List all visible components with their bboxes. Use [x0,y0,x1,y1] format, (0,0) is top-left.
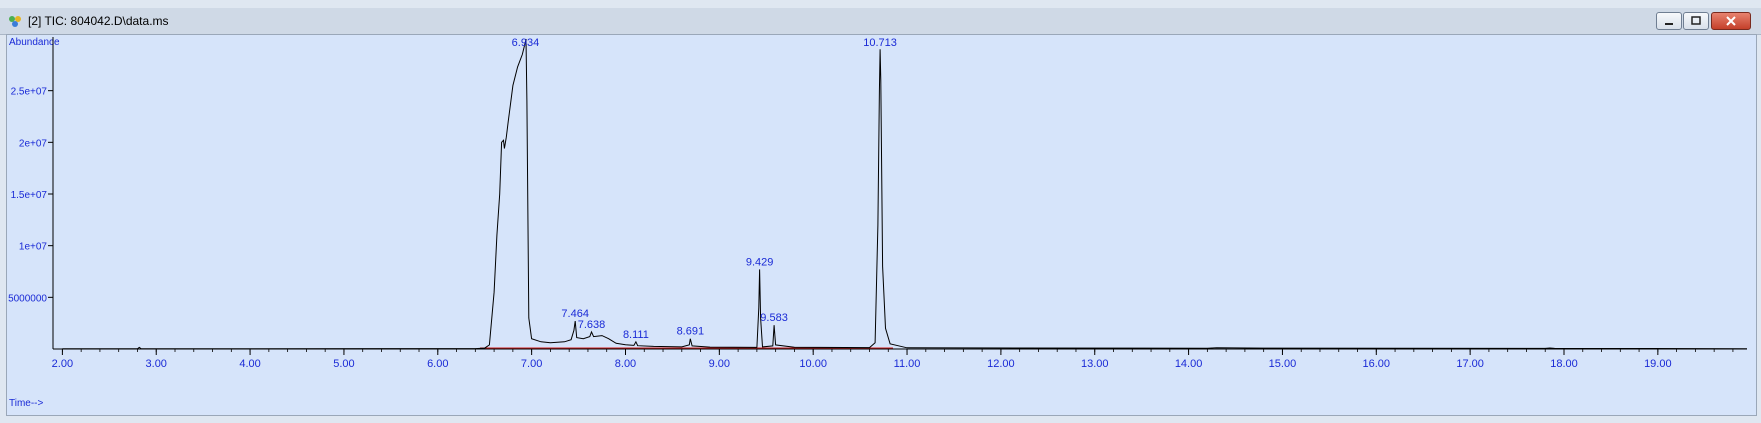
tic-trace [62,38,1748,350]
window-title: [2] TIC: 804042.D\data.ms [28,14,169,28]
peak-label: 8.111 [623,329,649,341]
x-tick-label: 6.00 [427,358,448,370]
x-tick-label: 17.00 [1456,358,1484,370]
chromatogram-window: [2] TIC: 804042.D\data.ms Abundance Time… [0,0,1761,423]
y-tick-label: 1.5e+07 [11,190,48,201]
close-button[interactable] [1711,12,1751,30]
restore-icon [1691,16,1701,25]
peak-label: 10.713 [863,37,897,49]
x-tick-label: 4.00 [239,358,260,370]
x-tick-label: 14.00 [1175,358,1203,370]
peak-label: 7.638 [578,319,606,331]
x-axis-label: Time--> [9,398,44,409]
x-tick-label: 8.00 [615,358,636,370]
minimize-button[interactable] [1656,12,1682,30]
x-tick-label: 11.00 [894,358,921,370]
restore-button[interactable] [1683,12,1709,30]
x-tick-label: 9.00 [709,358,730,370]
x-tick-label: 10.00 [799,358,827,370]
close-icon [1726,16,1736,26]
x-tick-label: 18.00 [1550,358,1578,370]
x-tick-label: 13.00 [1081,358,1109,370]
x-tick-label: 16.00 [1363,358,1391,370]
x-tick-label: 2.00 [52,358,73,370]
x-tick-label: 5.00 [333,358,354,370]
peak-label: 8.691 [677,326,705,338]
x-tick-label: 7.00 [521,358,542,370]
y-tick-label: 2.5e+07 [11,87,48,98]
x-tick-label: 12.00 [987,358,1015,370]
x-tick-label: 15.00 [1269,358,1297,370]
minimize-icon [1665,23,1673,25]
peak-label: 9.583 [760,312,788,324]
chromatogram-icon [9,16,21,27]
x-tick-label: 19.00 [1644,358,1672,370]
chromatogram-chart: Abundance Time--> 2.00 3.00 4.00 5.00 6.00 7.… [8,37,1748,409]
x-tick-label: 3.00 [146,358,167,370]
y-tick-label: 5000000 [8,293,47,304]
title-bar[interactable]: [2] TIC: 804042.D\data.ms [0,8,1761,35]
y-tick-label: 1e+07 [19,242,48,253]
plot-panel: Abundance Time--> 2.00 3.00 4.00 5.00 6.00 7.… [6,34,1757,416]
peak-label: 9.429 [746,256,774,268]
peak-label: 6.934 [512,37,540,49]
y-axis-label: Abundance [9,37,60,48]
y-tick-label: 2e+07 [19,138,48,149]
